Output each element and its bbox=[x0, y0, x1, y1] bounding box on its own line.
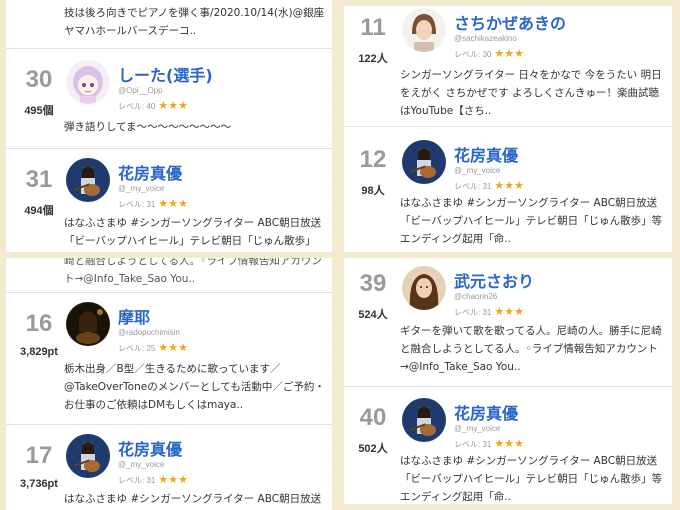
level-label: レベル: 25 bbox=[118, 344, 156, 353]
user-level: レベル: 30 ★★★ bbox=[454, 47, 524, 60]
user-bio: はなふさまゆ #シンガーソングライター ABC朝日放送「ビーバップハイヒール」テ… bbox=[64, 217, 322, 247]
rank-count: 524人 bbox=[358, 309, 388, 321]
user-id: @Opi__Opp bbox=[118, 86, 163, 95]
ranking-panel-bottom-left: 崎と融合しようとしてる人。◦ライブ情報告知アカウント→@Info_Take_Sa… bbox=[6, 258, 332, 510]
user-bio: はなふさまゆ #シンガーソングライター ABC朝日放送「ビーバップハイヒール」テ… bbox=[400, 197, 663, 245]
username[interactable]: しーた(選手) bbox=[118, 62, 213, 86]
avatar-guitar-singer-image bbox=[402, 398, 446, 442]
rank-count: 3,736pt bbox=[20, 478, 58, 490]
avatar[interactable] bbox=[402, 140, 446, 184]
level-label: レベル: 31 bbox=[454, 308, 492, 317]
level-label: レベル: 40 bbox=[118, 102, 156, 111]
level-label: レベル: 31 bbox=[454, 182, 492, 191]
user-id: @_my_voice bbox=[454, 424, 501, 433]
level-label: レベル: 30 bbox=[454, 50, 492, 59]
ranking-panel-top-right: 11 122人 さちかぜあきの @sachikazeakino レベル: 30 ★… bbox=[344, 6, 672, 252]
rank-count: 122人 bbox=[358, 53, 388, 65]
user-bio: はなふさまゆ #シンガーソングライター ABC朝日放送「ビーバップハイヒール」テ… bbox=[400, 455, 663, 502]
ranking-panel-top-left: 技は後ろ向きでピアノを弾く事/2020.10/14(水)@銀座ヤマハホールバース… bbox=[6, 0, 332, 252]
avatar[interactable] bbox=[402, 398, 446, 442]
star-rating: ★★★ bbox=[158, 342, 188, 354]
avatar-woman-long-hair-image bbox=[402, 266, 446, 310]
avatar[interactable] bbox=[402, 266, 446, 310]
ranking-entry[interactable]: 17 3,736pt 花房真優 @_my_voice レベル: 31 ★★★ はな… bbox=[6, 424, 332, 510]
avatar-dark-performer-image bbox=[66, 302, 110, 346]
user-level: レベル: 25 ★★★ bbox=[118, 341, 188, 354]
user-id: @_my_voice bbox=[454, 166, 501, 175]
ranking-entry[interactable]: 40 502人 花房真優 @_my_voice レベル: 31 ★★★ はなふさま… bbox=[344, 386, 672, 504]
rank-number: 30 bbox=[25, 66, 53, 93]
ranking-entry[interactable]: 11 122人 さちかぜあきの @sachikazeakino レベル: 30 ★… bbox=[344, 6, 672, 124]
user-id: @_my_voice bbox=[118, 460, 165, 469]
star-rating: ★★★ bbox=[158, 474, 188, 486]
avatar-guitar-singer-image bbox=[66, 158, 110, 202]
ranking-entry[interactable]: 16 3,829pt 摩耶 @radopuchimisin レベル: 25 ★★★… bbox=[6, 292, 332, 424]
username[interactable]: 武元さおり bbox=[454, 268, 534, 292]
level-label: レベル: 31 bbox=[118, 200, 156, 209]
rank-number: 40 bbox=[359, 404, 387, 431]
user-id: @_my_voice bbox=[118, 184, 165, 193]
user-level: レベル: 31 ★★★ bbox=[118, 473, 188, 486]
user-level: レベル: 31 ★★★ bbox=[454, 179, 524, 192]
avatar[interactable] bbox=[66, 60, 110, 104]
user-bio: はなふさまゆ #シンガーソングライター ABC朝日放送 bbox=[64, 493, 322, 505]
user-level: レベル: 31 ★★★ bbox=[454, 437, 524, 450]
ranking-entry[interactable]: 31 494個 花房真優 @_my_voice レベル: 31 ★★★ はなふさま… bbox=[6, 148, 332, 252]
user-level: レベル: 31 ★★★ bbox=[118, 197, 188, 210]
avatar[interactable] bbox=[66, 434, 110, 478]
star-rating: ★★★ bbox=[494, 180, 524, 192]
user-id: @sachikazeakino bbox=[454, 34, 517, 43]
user-id: @radopuchimisin bbox=[118, 328, 180, 337]
rank-count: 494個 bbox=[24, 205, 54, 217]
ranking-entry[interactable]: 12 98人 花房真優 @_my_voice レベル: 31 ★★★ はなふさまゆ… bbox=[344, 126, 672, 252]
user-level: レベル: 40 ★★★ bbox=[118, 99, 188, 112]
rank-number: 11 bbox=[360, 14, 386, 41]
username[interactable]: 花房真優 bbox=[118, 436, 182, 460]
user-id: @chaorin26 bbox=[454, 292, 498, 301]
rank-number: 16 bbox=[25, 310, 53, 337]
avatar-guitar-singer-image bbox=[66, 434, 110, 478]
avatar-anime-girl-image bbox=[66, 60, 110, 104]
rank-number: 39 bbox=[359, 270, 387, 297]
star-rating: ★★★ bbox=[494, 306, 524, 318]
username[interactable]: 花房真優 bbox=[454, 142, 518, 166]
star-rating: ★★★ bbox=[158, 100, 188, 112]
username[interactable]: 花房真優 bbox=[454, 400, 518, 424]
username[interactable]: さちかぜあきの bbox=[454, 10, 566, 34]
star-rating: ★★★ bbox=[494, 438, 524, 450]
level-label: レベル: 31 bbox=[454, 440, 492, 449]
rank-number: 17 bbox=[25, 442, 53, 469]
avatar[interactable] bbox=[66, 158, 110, 202]
ranking-panel-bottom-right: 39 524人 武元さおり @chaorin26 レベル: 31 ★★★ ギターを… bbox=[344, 258, 672, 504]
username[interactable]: 摩耶 bbox=[118, 304, 150, 328]
level-label: レベル: 31 bbox=[118, 476, 156, 485]
avatar[interactable] bbox=[66, 302, 110, 346]
rank-count: 3,829pt bbox=[20, 346, 58, 358]
rank-count: 502人 bbox=[358, 443, 388, 455]
star-rating: ★★★ bbox=[494, 48, 524, 60]
rank-number: 31 bbox=[25, 166, 53, 193]
user-bio: ギターを弾いて歌を歌ってる人。尼崎の人。勝手に尼崎と融合しようとしてる人。◦ライ… bbox=[400, 325, 662, 373]
rank-count: 98人 bbox=[361, 185, 385, 197]
user-bio: 栃木出身／B型／生きるために歌っています／@TakeOverToneのメンバーと… bbox=[64, 363, 325, 411]
user-bio: シンガーソングライター 日々をかなで 今をうたい 明日をえがく さちかぜです よ… bbox=[400, 69, 662, 117]
avatar-woman-photo-image bbox=[402, 8, 446, 52]
avatar[interactable] bbox=[402, 8, 446, 52]
partial-bio: 崎と融合しようとしてる人。◦ライブ情報告知アカウント→@Info_Take_Sa… bbox=[64, 258, 322, 285]
user-bio: 弾き語りしてま〜〜〜〜〜〜〜〜〜 bbox=[64, 121, 232, 133]
user-level: レベル: 31 ★★★ bbox=[454, 305, 524, 318]
ranking-entry[interactable]: 39 524人 武元さおり @chaorin26 レベル: 31 ★★★ ギターを… bbox=[344, 258, 672, 386]
ranking-entry[interactable]: 30 495個 しーた(選手) @Opi__Opp レベル: 40 ★★★ 弾き語… bbox=[6, 48, 332, 148]
rank-number: 12 bbox=[359, 146, 387, 173]
rank-count: 495個 bbox=[24, 105, 54, 117]
avatar-guitar-singer-image bbox=[402, 140, 446, 184]
star-rating: ★★★ bbox=[158, 198, 188, 210]
partial-bio: 技は後ろ向きでピアノを弾く事/2020.10/14(水)@銀座ヤマハホールバース… bbox=[64, 7, 325, 37]
username[interactable]: 花房真優 bbox=[118, 160, 182, 184]
